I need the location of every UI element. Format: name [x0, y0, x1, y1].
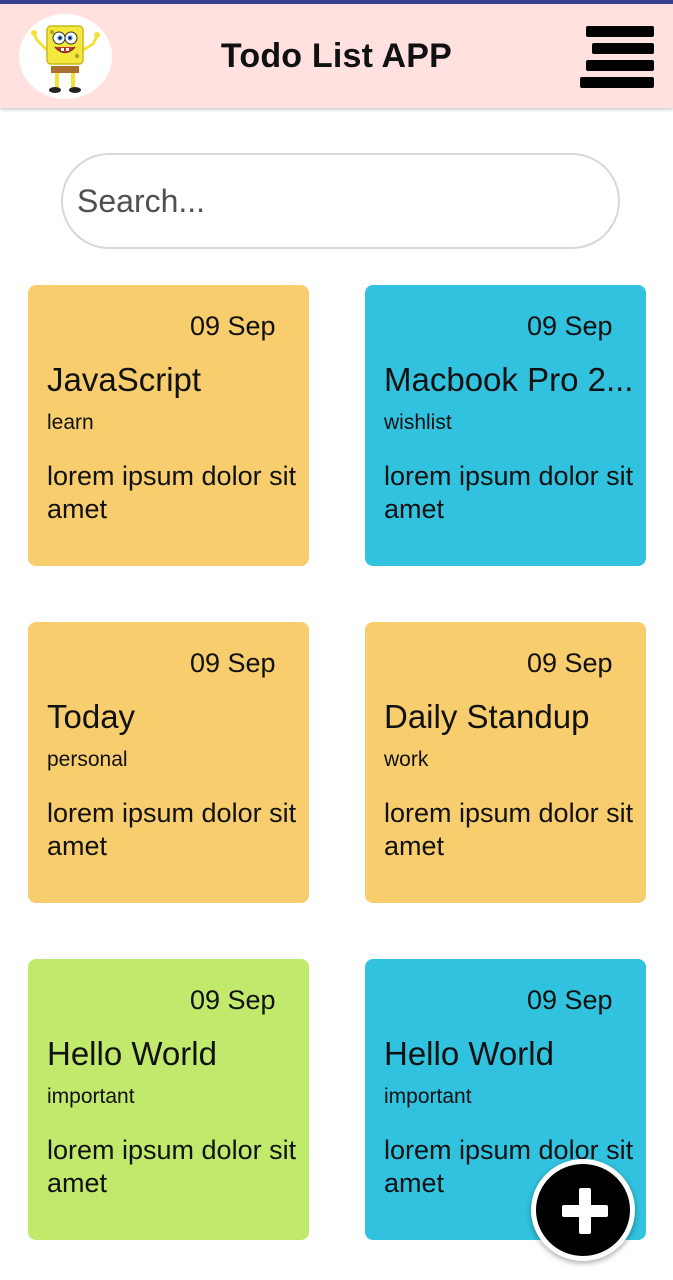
- note-description: lorem ipsum dolor sit amet: [384, 461, 634, 524]
- note-category: learn: [47, 411, 94, 434]
- note-description: lorem ipsum dolor sit amet: [47, 461, 297, 524]
- note-category: important: [47, 1085, 135, 1108]
- note-date: 09 Sep: [190, 311, 276, 341]
- note-description: lorem ipsum dolor sit amet: [47, 1135, 297, 1198]
- note-category: wishlist: [384, 411, 452, 434]
- note-title: Hello World: [384, 1035, 554, 1072]
- note-card[interactable]: 09 Sep Daily Standup work lorem ipsum do…: [365, 622, 646, 903]
- hamburger-menu-icon: [586, 26, 654, 37]
- note-title: Macbook Pro 2...: [384, 361, 634, 398]
- note-date: 09 Sep: [527, 311, 613, 341]
- note-date: 09 Sep: [190, 648, 276, 678]
- search-bar: [61, 153, 620, 249]
- note-category: personal: [47, 748, 128, 771]
- note-date: 09 Sep: [527, 985, 613, 1015]
- note-card[interactable]: 09 Sep Hello World important lorem ipsum…: [28, 959, 309, 1240]
- hamburger-menu-button[interactable]: [578, 21, 656, 88]
- note-title: Daily Standup: [384, 698, 590, 735]
- note-card[interactable]: 09 Sep JavaScript learn lorem ipsum dolo…: [28, 285, 309, 566]
- add-note-button[interactable]: [531, 1159, 635, 1261]
- note-description: lorem ipsum dolor sit amet: [384, 798, 634, 861]
- note-card[interactable]: 09 Sep Macbook Pro 2... wishlist lorem i…: [365, 285, 646, 566]
- note-date: 09 Sep: [527, 648, 613, 678]
- note-card[interactable]: 09 Sep Today personal lorem ipsum dolor …: [28, 622, 309, 903]
- note-description: lorem ipsum dolor sit amet: [47, 798, 297, 861]
- note-category: work: [384, 748, 429, 771]
- app-bar: Todo List APP: [0, 4, 673, 108]
- note-title: Hello World: [47, 1035, 217, 1072]
- search-input[interactable]: [77, 155, 597, 247]
- note-title: JavaScript: [47, 361, 202, 398]
- page-title: Todo List APP: [220, 37, 453, 75]
- note-title: Today: [47, 698, 136, 735]
- note-category: important: [384, 1085, 472, 1108]
- note-date: 09 Sep: [190, 985, 276, 1015]
